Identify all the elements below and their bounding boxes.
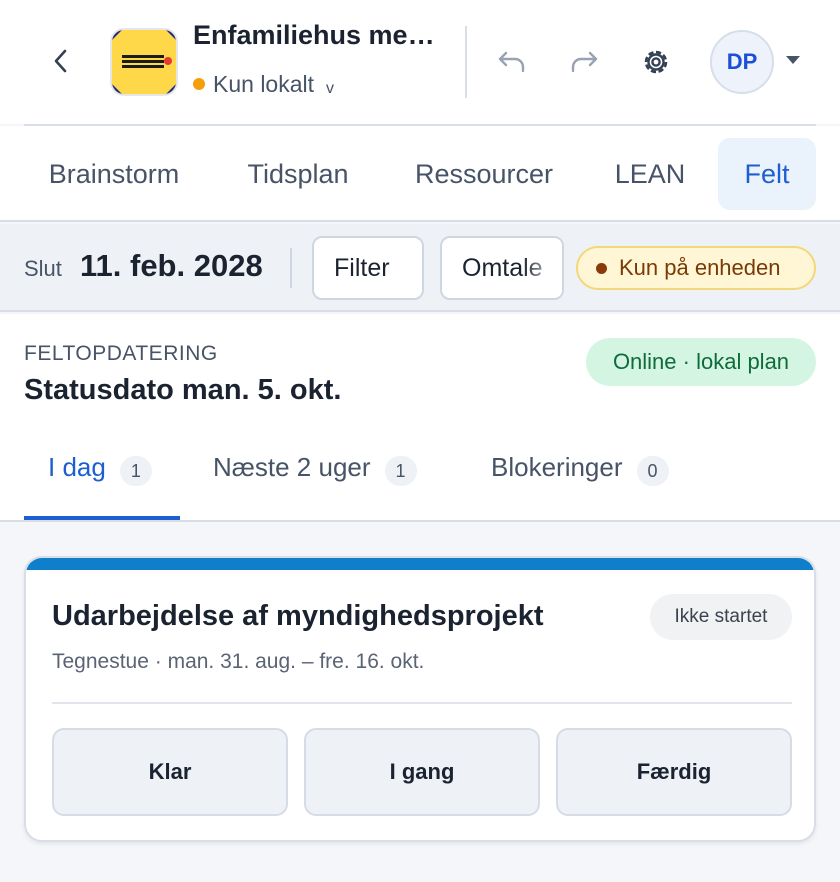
device-only-label: Kun på enheden [619,255,781,280]
header-divider [465,26,467,98]
filter-button[interactable]: Filter [312,236,424,300]
user-avatar[interactable]: DP [710,30,774,94]
count-badge: 0 [636,456,669,486]
task-status-badge: Ikke startet [650,594,792,640]
subtab-label: I dag [48,452,106,482]
filter-bar: Slut 11. feb. 2028 Filter Omtale Kun på … [0,224,840,312]
tab-tidsplan[interactable]: Tidsplan [226,138,370,210]
task-title: Udarbejdelse af myndighedsprojekt [52,600,544,632]
redo-button[interactable] [566,44,602,80]
field-content: FELTOPDATERING Statusdato man. 5. okt. O… [0,314,840,882]
card-divider [52,702,792,704]
online-status-badge: Online · lokal plan [586,338,816,386]
sync-status-label: Kun lokalt [213,70,315,97]
tab-lean[interactable]: LEAN [598,138,702,210]
tab-ressourcer[interactable]: Ressourcer [392,138,576,210]
task-card: Udarbejdelse af myndighedsprojekt Tegnes… [24,556,816,842]
project-icon [110,28,178,96]
end-date-value: 11. feb. 2028 [80,248,263,283]
section-eyebrow: FELTOPDATERING [24,342,218,365]
active-subtab-indicator [24,516,180,520]
subtab-label: Næste 2 uger [213,452,371,482]
klar-button[interactable]: Klar [52,728,288,816]
sync-status-dropdown[interactable]: Kun lokalt v [193,70,334,98]
account-menu-caret[interactable] [786,56,800,64]
end-date-label: Slut [24,256,62,281]
omtale-button[interactable]: Omtale [440,236,564,300]
status-dot [193,78,205,90]
back-button[interactable] [44,44,78,78]
tab-felt[interactable]: Felt [718,138,816,210]
subtab-label: Blokeringer [491,452,623,482]
chevron-down-icon: v [326,80,335,97]
filter-button-label: Filter [334,253,390,282]
device-only-badge: Kun på enheden [576,246,816,290]
settings-button[interactable] [638,44,674,80]
project-title: Enfamiliehus me… [193,20,435,50]
settings-icon [644,50,668,74]
redo-icon [571,51,598,73]
undo-icon [498,51,525,73]
tab-brainstorm[interactable]: Brainstorm [24,138,204,210]
faerdig-button[interactable]: Færdig [556,728,792,816]
subtab-i-dag[interactable]: I dag 1 [48,452,152,520]
top-bar: Enfamiliehus me… Kun lokalt v DP [0,0,840,124]
subtab-naeste-2-uger[interactable]: Næste 2 uger 1 [213,452,417,520]
device-status-dot [596,262,607,274]
subtab-blokeringer[interactable]: Blokeringer 0 [491,452,669,520]
main-tabs: Brainstorm Tidsplan Ressourcer LEAN Felt [0,126,840,222]
undo-button[interactable] [494,44,530,80]
count-badge: 1 [119,456,152,486]
filter-divider [290,248,292,288]
task-meta: Tegnestue · man. 31. aug. – fre. 16. okt… [52,650,425,673]
field-header: FELTOPDATERING Statusdato man. 5. okt. O… [0,314,840,522]
overflow-fade [522,238,562,298]
card-accent-bar [26,558,814,570]
count-badge: 1 [384,456,417,486]
back-icon [54,49,67,73]
page-title: Statusdato man. 5. okt. [24,374,342,406]
i-gang-button[interactable]: I gang [304,728,540,816]
